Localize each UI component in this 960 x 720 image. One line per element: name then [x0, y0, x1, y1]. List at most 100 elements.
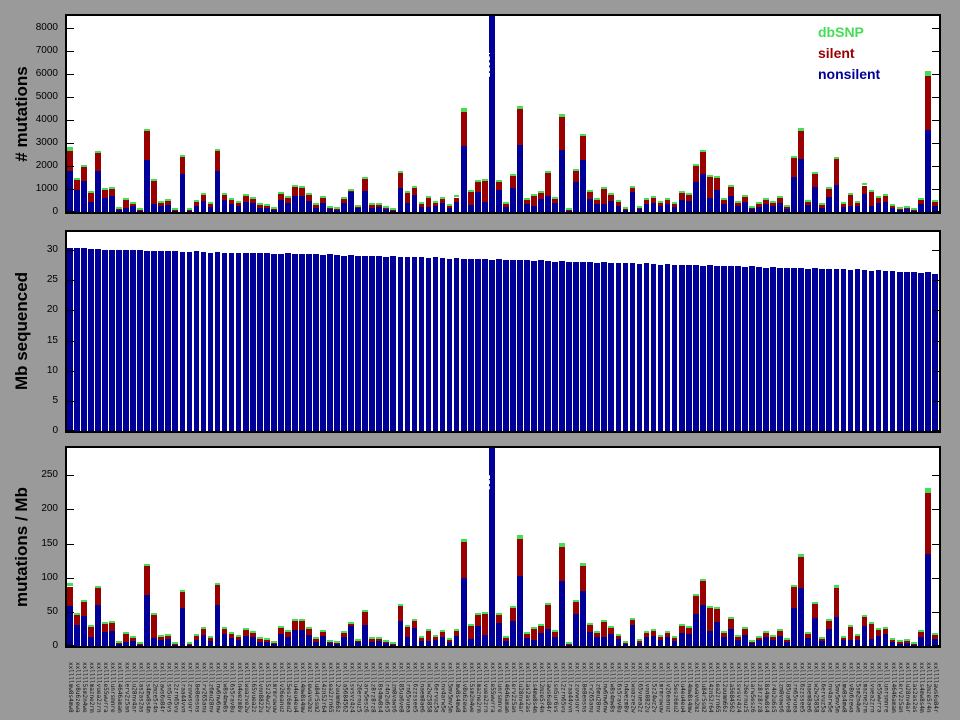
x-sample-label: xxllll6s5rav8u	[228, 662, 236, 713]
bar-stack	[763, 232, 769, 431]
bar-segment	[74, 190, 80, 212]
bar-segment	[404, 626, 411, 637]
bar-segment	[678, 632, 685, 646]
bar-segment	[460, 108, 467, 112]
bar-stack	[861, 448, 868, 646]
bar-segment	[235, 636, 242, 640]
bar-segment	[249, 198, 256, 204]
x-sample-label: xxllllvuea2zrn	[481, 662, 489, 713]
bar-segment	[341, 198, 347, 204]
bar-segment	[847, 194, 854, 207]
bar-stack	[306, 232, 312, 431]
bar-segment	[270, 206, 277, 209]
y-tick-label: 5000	[35, 90, 58, 102]
bar-segment	[67, 150, 73, 171]
bar-stack	[158, 16, 165, 212]
bar-stack	[165, 16, 172, 212]
bar-segment	[826, 618, 833, 621]
bar-segment	[383, 208, 390, 210]
x-sample-label: xxlllln4wezm8v	[622, 662, 630, 713]
bar-stack	[728, 232, 734, 431]
bar-segment	[650, 263, 657, 431]
bar-segment	[910, 210, 917, 212]
bar-stack	[713, 232, 720, 431]
bar-segment	[819, 268, 826, 431]
bar-segment	[868, 638, 875, 646]
bar-stack	[432, 232, 439, 431]
bar-segment	[735, 201, 741, 204]
bar-segment	[383, 639, 390, 642]
bar-segment	[411, 194, 418, 212]
bar-segment	[545, 195, 551, 212]
bar-segment	[369, 203, 376, 206]
bar-segment	[81, 166, 87, 181]
bar-segment	[636, 205, 643, 208]
bar-segment	[285, 196, 291, 199]
y-tick	[67, 119, 74, 121]
bar-segment	[221, 626, 228, 629]
bar-segment	[721, 203, 727, 212]
bar-segment	[285, 198, 291, 204]
bar-segment	[207, 252, 214, 431]
bar-segment	[875, 195, 882, 198]
bar-stack	[777, 448, 783, 646]
bar-stack	[699, 16, 706, 212]
bar-segment	[826, 186, 833, 189]
bar-segment	[242, 253, 249, 431]
bar-segment	[924, 554, 931, 646]
bar-segment	[327, 639, 333, 642]
bar-segment	[88, 636, 94, 646]
bar-segment	[735, 266, 741, 431]
y-tick	[932, 96, 939, 98]
x-sample-label: xxllll6s5rav8u	[615, 662, 623, 713]
bar-stack	[910, 16, 917, 212]
bar-segment	[777, 202, 783, 212]
bar-stack	[193, 16, 200, 212]
bar-stack	[749, 16, 755, 212]
bar-segment	[854, 206, 861, 212]
bar-segment	[474, 180, 481, 183]
bar-segment	[531, 193, 537, 196]
bar-segment	[214, 148, 221, 151]
bar-segment	[566, 210, 572, 212]
bar-segment	[580, 135, 587, 161]
bar-segment	[706, 176, 713, 199]
bar-segment	[903, 205, 910, 208]
bar-segment	[594, 637, 601, 646]
bar-segment	[355, 642, 362, 646]
bar-segment	[193, 639, 200, 646]
bar-segment	[474, 192, 481, 212]
bar-segment	[756, 202, 762, 205]
bar-segment	[791, 155, 798, 158]
bar-stack	[721, 16, 727, 212]
bar-segment	[263, 206, 270, 209]
bar-segment	[545, 173, 551, 196]
bar-segment	[270, 642, 277, 644]
bar-segment	[263, 208, 270, 212]
bar-segment	[151, 615, 158, 639]
y-tick	[67, 165, 74, 167]
bar-segment	[411, 619, 418, 622]
bar-segment	[861, 185, 868, 194]
bar-segment	[861, 183, 868, 186]
bar-segment	[784, 642, 790, 646]
x-sample-label: xxllll5esz6mu2	[285, 662, 292, 713]
bar-segment	[826, 620, 833, 630]
bar-segment	[657, 634, 664, 637]
bar-segment	[488, 259, 495, 431]
bar-stack	[355, 16, 362, 212]
bar-segment	[889, 637, 896, 640]
bar-stack	[270, 232, 277, 431]
bar-stack	[369, 232, 376, 431]
bar-stack	[917, 232, 924, 431]
bar-segment	[882, 634, 889, 646]
bar-stack	[172, 16, 179, 212]
bar-segment	[699, 149, 706, 153]
bar-segment	[249, 632, 256, 638]
bar-segment	[812, 268, 819, 431]
bar-stack	[369, 16, 376, 212]
bar-stack	[151, 448, 158, 646]
bar-stack	[924, 16, 931, 212]
bar-segment	[833, 616, 840, 646]
bar-segment	[334, 208, 340, 210]
